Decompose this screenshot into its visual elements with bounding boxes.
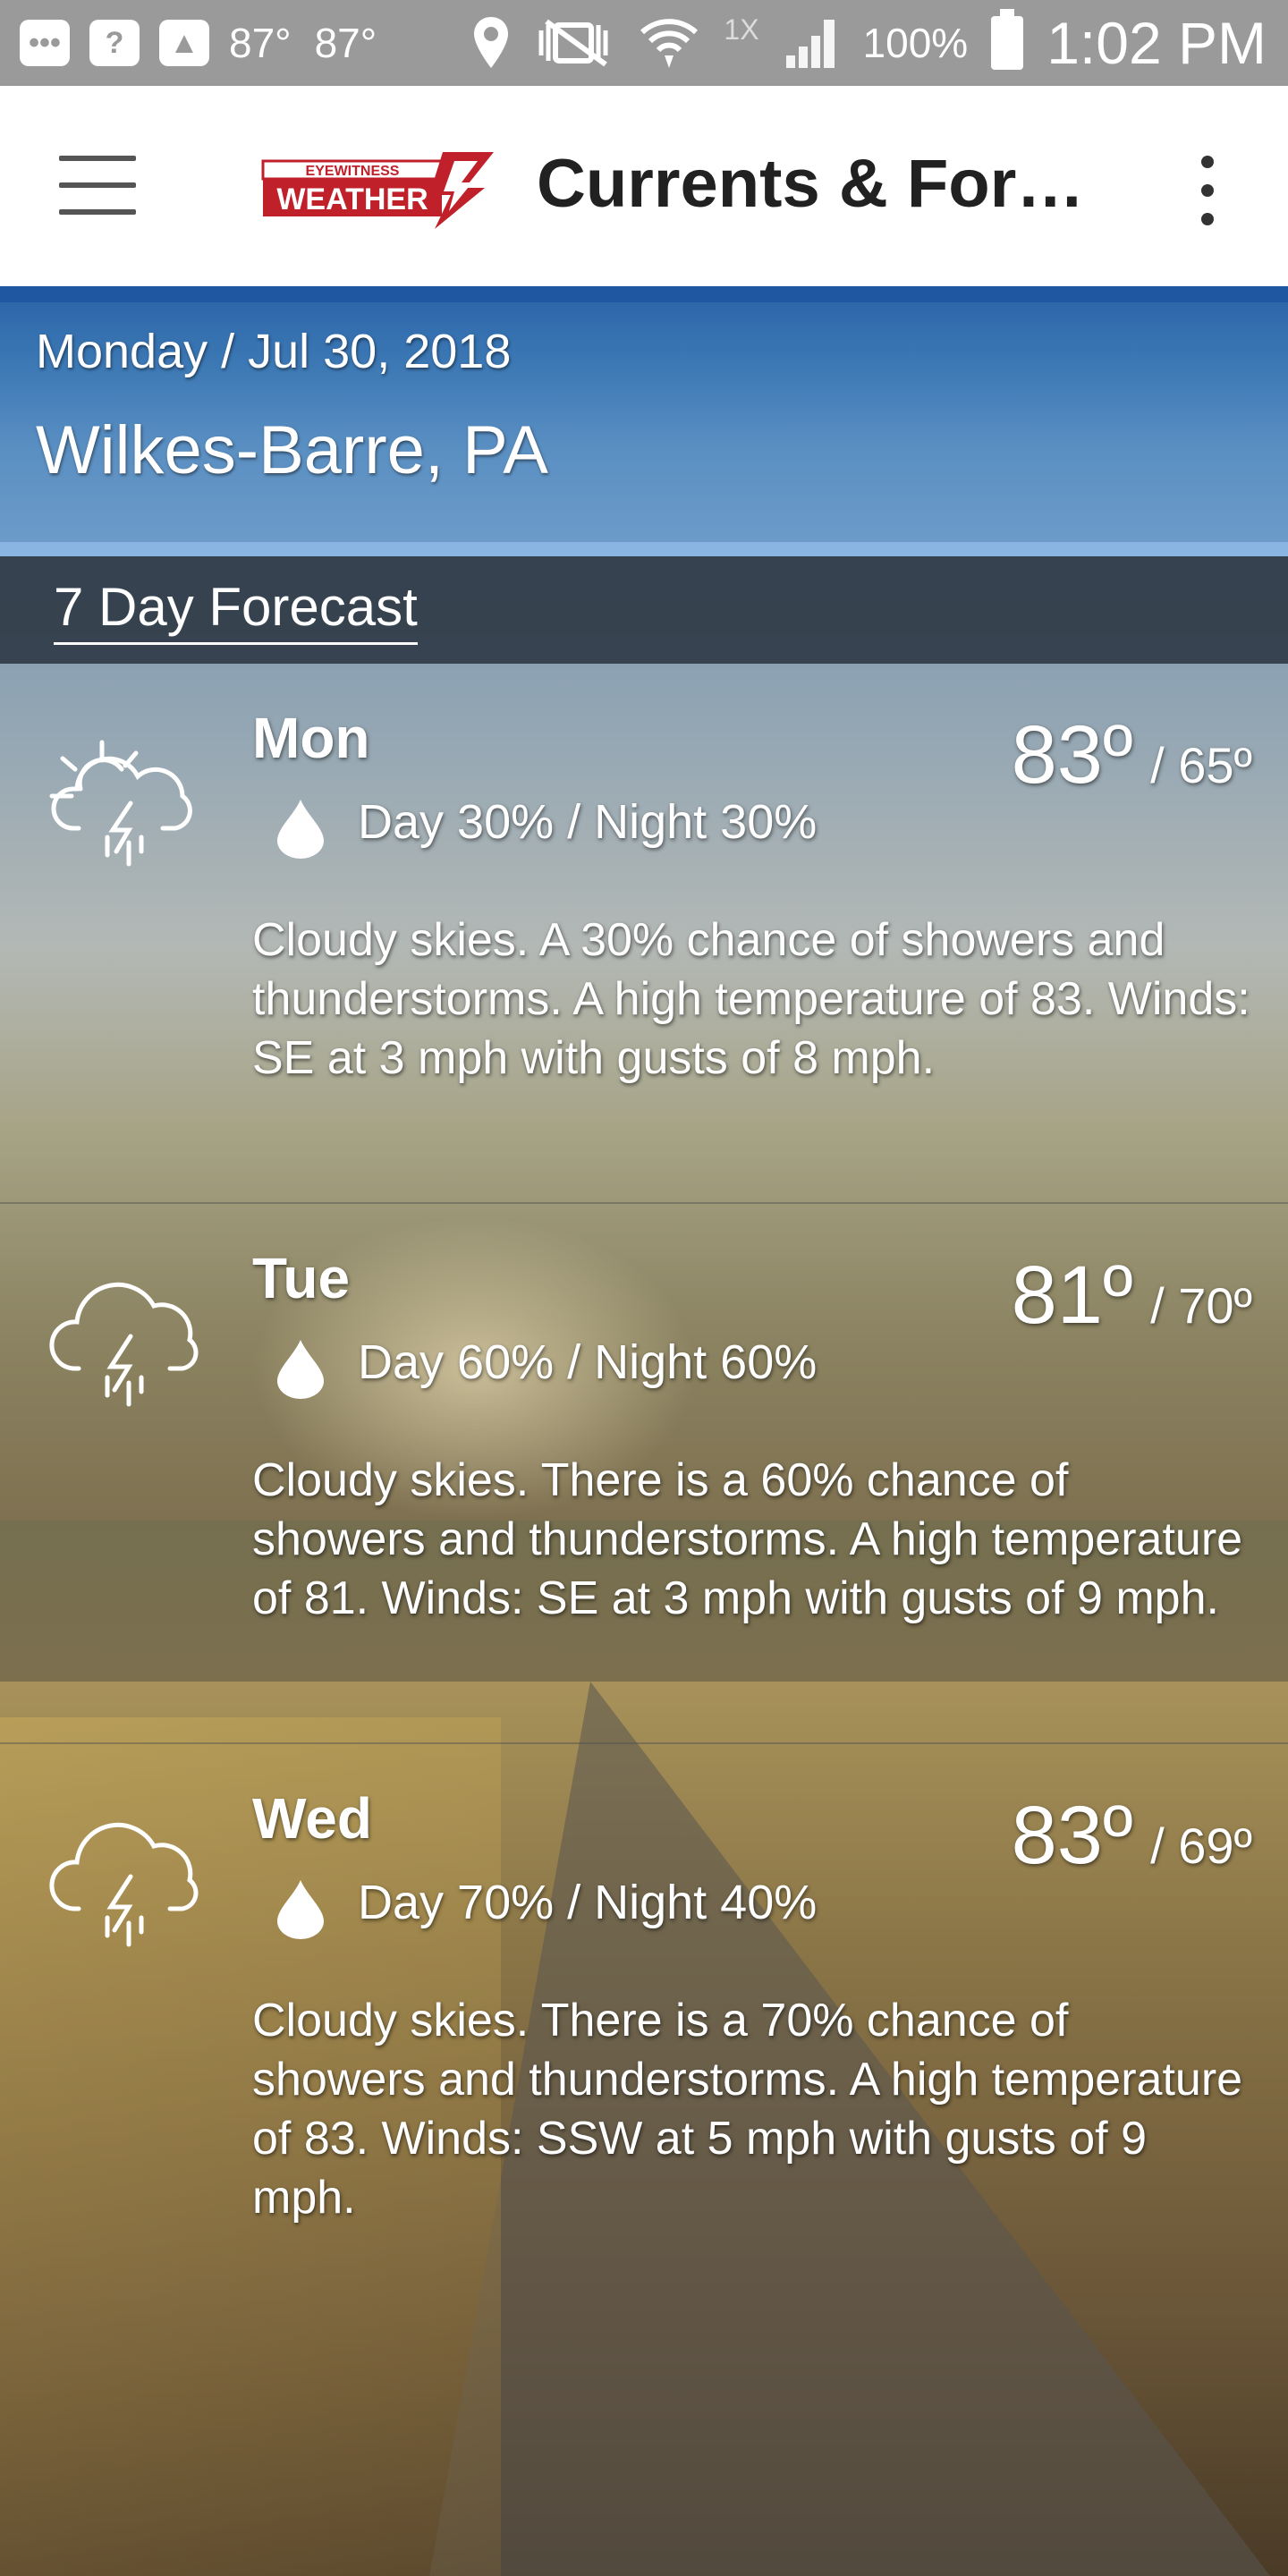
menu-icon[interactable] [59, 156, 136, 218]
forecast-description: Cloudy skies. There is a 60% chance of s… [252, 1454, 1243, 1624]
network-type-label: 1X [724, 13, 759, 46]
tab-7-day-forecast[interactable]: 7 Day Forecast [54, 578, 418, 645]
precipitation-chance: Day 70% / Night 40% [358, 1876, 818, 1929]
forecast-description: Cloudy skies. There is a 70% chance of s… [252, 1995, 1243, 2224]
day-name: Wed [252, 1786, 372, 1851]
temperature-range: 83º / 65º [1011, 709, 1252, 801]
signal-icon [785, 20, 835, 68]
logo-text-top: EYEWITNESS [306, 164, 400, 179]
forecast-row-tue[interactable]: Tue Day 60% / Night 60% 81º / 70º Cloudy… [0, 1204, 1288, 1744]
precipitation-chance: Day 60% / Night 60% [358, 1335, 818, 1389]
low-temperature: 65º [1178, 737, 1252, 793]
status-bar: ••• ? ▲ 87° 87° 1X 100% 1:02 PM [0, 0, 1288, 86]
forecast-description: Cloudy skies. A 30% chance of showers an… [252, 914, 1250, 1084]
vibrate-mute-icon [538, 19, 608, 67]
status-temp-2: 87° [314, 20, 377, 66]
precipitation-chance: Day 30% / Night 30% [358, 795, 818, 849]
location-icon [474, 17, 509, 68]
eyewitness-weather-logo: EYEWITNESS WEATHER [261, 152, 494, 229]
high-temperature: 83º [1011, 1790, 1133, 1881]
day-name: Mon [252, 706, 370, 770]
thunderstorm-icon [49, 1282, 199, 1407]
high-temperature: 81º [1011, 1250, 1133, 1341]
wifi-icon [640, 19, 699, 68]
precipitation-drop-icon [277, 800, 324, 859]
more-options-icon[interactable] [1190, 156, 1225, 227]
app-title: Currents & Fore... [537, 146, 1091, 222]
app-bar: EYEWITNESS WEATHER Currents & Fore... [0, 86, 1288, 286]
message-icon: ••• [20, 20, 70, 66]
battery-icon [991, 9, 1024, 70]
help-icon: ? [89, 20, 140, 66]
precipitation-drop-icon [277, 1880, 324, 1939]
location-name: Wilkes-Barre, PA [36, 412, 548, 488]
low-temperature: 70º [1178, 1277, 1252, 1334]
status-temp-1: 87° [229, 20, 292, 66]
day-name: Tue [252, 1246, 351, 1310]
location-header: Monday / Jul 30, 2018 Wilkes-Barre, PA [0, 286, 1288, 556]
temperature-range: 83º / 69º [1011, 1790, 1252, 1881]
low-temperature: 69º [1178, 1818, 1252, 1874]
thunderstorm-icon [49, 1822, 199, 1947]
partly-sunny-thunderstorm-icon [49, 740, 192, 867]
section-header: 7 Day Forecast [0, 556, 1288, 664]
forecast-row-mon[interactable]: Mon Day 30% / Night 30% 83º / 65º Cloudy… [0, 664, 1288, 1204]
temperature-range: 81º / 70º [1011, 1250, 1252, 1341]
logo-text-main: WEATHER [276, 182, 428, 216]
current-date: Monday / Jul 30, 2018 [36, 325, 512, 378]
precipitation-drop-icon [277, 1340, 324, 1399]
battery-percent: 100% [862, 20, 969, 66]
forecast-row-wed[interactable]: Wed Day 70% / Night 40% 83º / 69º Cloudy… [0, 1744, 1288, 2284]
status-time: 1:02 PM [1046, 10, 1267, 76]
high-temperature: 83º [1011, 709, 1133, 801]
image-icon: ▲ [159, 20, 209, 66]
